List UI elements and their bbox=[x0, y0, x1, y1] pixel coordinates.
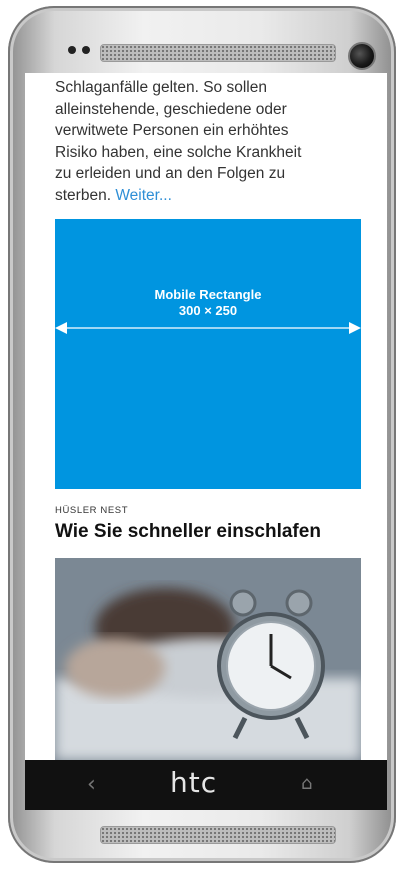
back-icon[interactable]: ‹ bbox=[87, 772, 96, 797]
article-text: Schlaganfälle gelten. So sollen alleinst… bbox=[55, 77, 375, 206]
brand-logo: htc bbox=[170, 766, 218, 799]
article-line: Risiko haben, eine solche Krankheit bbox=[55, 143, 302, 161]
bottom-speaker-grille bbox=[100, 826, 336, 844]
read-more-link[interactable]: Weiter... bbox=[115, 187, 172, 204]
teaser-headline[interactable]: Wie Sie schneller einschlafen bbox=[55, 521, 321, 543]
article-line: Schlaganfälle gelten. So sollen bbox=[55, 79, 267, 96]
article-line: alleinstehende, geschiedene oder bbox=[55, 100, 287, 118]
navigation-bar: ‹ htc ⌂ bbox=[25, 760, 387, 810]
sensor-dots bbox=[68, 46, 90, 54]
front-camera-icon bbox=[348, 42, 376, 70]
article-line: sterben. bbox=[55, 186, 112, 204]
alarm-clock-photo bbox=[55, 558, 361, 760]
ad-placeholder[interactable]: Mobile Rectangle 300 × 250 bbox=[55, 219, 361, 489]
teaser-image[interactable] bbox=[55, 558, 361, 760]
phone-screen: Schlaganfälle gelten. So sollen alleinst… bbox=[25, 73, 387, 760]
article-line: zu erleiden und an den Folgen zu bbox=[55, 165, 286, 182]
top-speaker-grille bbox=[100, 44, 336, 62]
ad-title: Mobile Rectangle bbox=[154, 287, 262, 302]
ad-size: 300 × 250 bbox=[178, 303, 238, 318]
article-last-line: sterben. Weiter... bbox=[55, 185, 375, 207]
teaser-kicker: HÜSLER NEST bbox=[55, 505, 129, 516]
home-icon[interactable]: ⌂ bbox=[301, 773, 312, 794]
ad-label: Mobile Rectangle 300 × 250 bbox=[55, 287, 361, 319]
width-arrow-icon bbox=[55, 322, 361, 334]
article-line: verwitwete Personen ein erhöhtes bbox=[55, 122, 289, 139]
